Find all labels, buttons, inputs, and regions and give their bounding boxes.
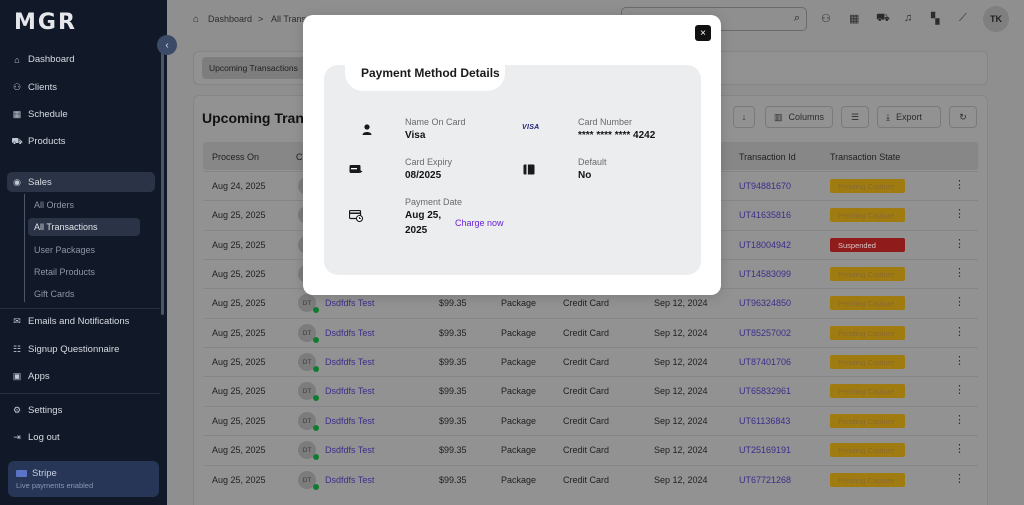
close-button[interactable]: × bbox=[695, 25, 711, 41]
visa-logo-icon: VISA bbox=[522, 124, 540, 131]
card-expiry-icon bbox=[349, 163, 363, 175]
sidebar-collapse-button[interactable]: ‹ bbox=[157, 35, 177, 55]
person-icon bbox=[360, 123, 374, 135]
modal-title: Payment Method Details bbox=[361, 66, 500, 80]
charge-now-link[interactable]: Charge now bbox=[455, 218, 504, 228]
name-on-card-value: Visa bbox=[405, 130, 426, 141]
close-icon: × bbox=[700, 27, 706, 39]
payment-method-modal: × Payment Method Details Name On Card Vi… bbox=[303, 15, 721, 295]
payment-date-value-line2: 2025 bbox=[405, 225, 428, 236]
card-number-value: **** **** **** 4242 bbox=[578, 130, 656, 141]
default-card-icon bbox=[522, 163, 536, 175]
modal-panel bbox=[324, 65, 701, 275]
payment-date-label: Payment Date bbox=[405, 197, 463, 207]
card-number-label: Card Number bbox=[578, 117, 633, 127]
default-label: Default bbox=[578, 157, 607, 167]
card-expiry-label: Card Expiry bbox=[405, 157, 453, 167]
payment-date-value-line1: Aug 25, bbox=[405, 210, 442, 221]
payment-date-icon bbox=[349, 210, 363, 222]
card-expiry-value: 08/2025 bbox=[405, 170, 442, 181]
default-value: No bbox=[578, 170, 592, 181]
name-on-card-label: Name On Card bbox=[405, 117, 466, 127]
